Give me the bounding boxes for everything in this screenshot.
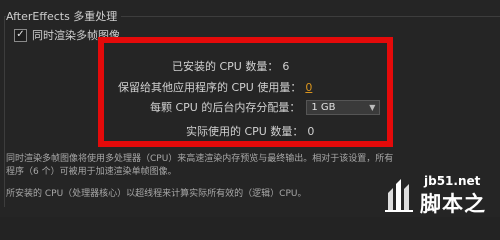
highlight-annotation (98, 37, 393, 147)
jb51-logo-icon (385, 179, 413, 212)
watermark-name: 脚本之家 (420, 191, 486, 216)
watermark-url: jb51.net (424, 174, 481, 188)
preferences-panel: AfterEffects 多重处理 ✓ 同时渲染多帧图像 已安装的 CPU 数量… (0, 0, 500, 217)
description-line-1: 同时渲染多帧图像将使用多处理器（CPU）来高速渲染内存预览与最终输出。相对于该设… (6, 154, 394, 164)
watermark: jb51.net 脚本之家 (382, 172, 500, 217)
description-line-2: 程序（6 个）可被用于加速渲染单帧图像。 (6, 167, 177, 177)
description-line-3: 所安装的 CPU（处理器核心）以超线程来计算实际所有效的（逻辑）CPU。 (6, 189, 307, 199)
section-title: AfterEffects 多重处理 (6, 8, 122, 24)
render-multiple-frames-checkbox[interactable]: ✓ (14, 28, 27, 42)
